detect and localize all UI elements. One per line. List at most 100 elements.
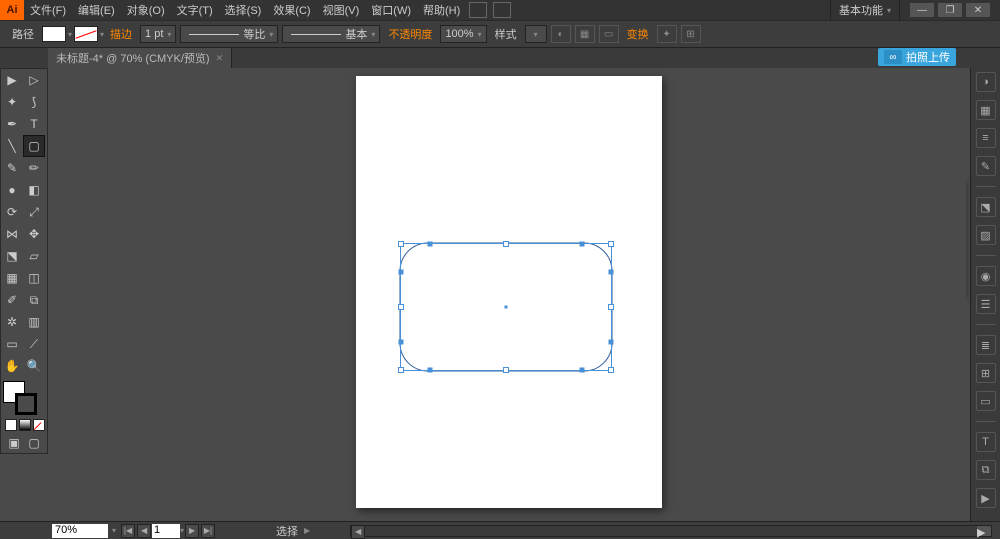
full-screen-icon[interactable]: ▢	[25, 435, 43, 451]
transform-panel-icon[interactable]: ▭	[976, 391, 996, 411]
blob-brush-tool[interactable]: ●	[1, 179, 23, 201]
last-artboard-button[interactable]: ▶|	[201, 524, 215, 538]
free-transform-tool[interactable]: ✥	[23, 223, 45, 245]
anchor-point[interactable]	[428, 368, 433, 373]
normal-screen-icon[interactable]: ▣	[5, 435, 23, 451]
document-tab[interactable]: 未标题-4* @ 70% (CMYK/预览) ✕	[48, 48, 232, 68]
menu-window[interactable]: 窗口(W)	[365, 2, 417, 18]
scale-tool[interactable]: ⤢	[23, 201, 45, 223]
align-icon[interactable]: ▦	[575, 25, 595, 43]
brush-definition[interactable]: 基本	[282, 25, 380, 43]
align-panel-icon[interactable]: ≣	[976, 335, 996, 355]
workspace-switcher[interactable]: 基本功能	[839, 2, 883, 18]
handle-se[interactable]	[608, 367, 614, 373]
handle-sw[interactable]	[398, 367, 404, 373]
eraser-tool[interactable]: ◧	[23, 179, 45, 201]
menu-edit[interactable]: 编辑(E)	[72, 2, 121, 18]
type-tool[interactable]: T	[23, 113, 45, 135]
additional-panel-icon[interactable]: T	[976, 432, 996, 452]
stroke-weight-input[interactable]: 1 pt	[140, 25, 176, 43]
zoom-tool[interactable]: 🔍	[23, 355, 45, 377]
anchor-point[interactable]	[399, 269, 404, 274]
stroke-swatch[interactable]	[74, 26, 98, 42]
opacity-label[interactable]: 不透明度	[382, 26, 438, 42]
canvas-area[interactable]	[52, 68, 966, 521]
artboard-number-input[interactable]: 1	[152, 524, 180, 538]
scroll-right-button[interactable]: ▶	[977, 526, 991, 536]
brushes-panel-icon[interactable]: ✎	[976, 156, 996, 176]
color-panel-icon[interactable]: ◑	[976, 72, 996, 92]
pathfinder-panel-icon[interactable]: ⊞	[976, 363, 996, 383]
anchor-point[interactable]	[399, 340, 404, 345]
direct-selection-tool[interactable]: ▷	[23, 69, 45, 91]
prev-artboard-button[interactable]: ◀	[137, 524, 151, 538]
symbols-panel-icon[interactable]: ⬔	[976, 197, 996, 217]
line-tool[interactable]: ╲	[1, 135, 23, 157]
symbol-sprayer-tool[interactable]: ✲	[1, 311, 23, 333]
eyedropper-tool[interactable]: ✐	[1, 289, 23, 311]
menu-effect[interactable]: 效果(C)	[267, 2, 316, 18]
first-artboard-button[interactable]: |◀	[121, 524, 135, 538]
next-artboard-button[interactable]: ▶	[185, 524, 199, 538]
pencil-tool[interactable]: ✏	[23, 157, 45, 179]
menu-type[interactable]: 文字(T)	[171, 2, 219, 18]
rotate-tool[interactable]: ⟳	[1, 201, 23, 223]
slice-tool[interactable]: ⟋	[23, 333, 45, 355]
handle-ne[interactable]	[608, 241, 614, 247]
actions-panel-icon[interactable]: ▶	[976, 488, 996, 508]
blend-tool[interactable]: ⧉	[23, 289, 45, 311]
anchor-point[interactable]	[609, 269, 614, 274]
scroll-left-button[interactable]: ◀	[351, 525, 365, 539]
transform-label[interactable]: 变换	[621, 26, 655, 42]
graphic-style-picker[interactable]	[525, 25, 547, 43]
mesh-tool[interactable]: ▦	[1, 267, 23, 289]
color-mode-swatch[interactable]	[5, 419, 17, 431]
magic-wand-tool[interactable]: ✦	[1, 91, 23, 113]
fill-stroke-proxy[interactable]	[1, 379, 45, 417]
none-mode-swatch[interactable]	[33, 419, 45, 431]
artboard[interactable]	[356, 76, 662, 508]
variable-width-profile[interactable]: 等比	[180, 25, 278, 43]
menu-view[interactable]: 视图(V)	[317, 2, 366, 18]
swatches-panel-icon[interactable]: ▦	[976, 100, 996, 120]
rounded-rectangle-tool[interactable]: ▢	[23, 135, 45, 157]
artboard-tool[interactable]: ▭	[1, 333, 23, 355]
menu-object[interactable]: 对象(O)	[121, 2, 171, 18]
handle-s[interactable]	[503, 367, 509, 373]
close-button[interactable]: ✕	[966, 3, 990, 17]
anchor-point[interactable]	[579, 368, 584, 373]
upload-button[interactable]: ∞ 拍照上传	[878, 48, 956, 66]
anchor-point[interactable]	[428, 242, 433, 247]
menu-help[interactable]: 帮助(H)	[417, 2, 466, 18]
shape-builder-tool[interactable]: ⬔	[1, 245, 23, 267]
appearance-panel-icon[interactable]: ◉	[976, 266, 996, 286]
stroke-panel-icon[interactable]: ≡	[976, 128, 996, 148]
shape-icon[interactable]: ▭	[599, 25, 619, 43]
recolor-icon[interactable]: ◐	[551, 25, 571, 43]
hand-tool[interactable]: ✋	[1, 355, 23, 377]
opacity-input[interactable]: 100%	[440, 25, 486, 43]
layers-panel-icon[interactable]: ☰	[976, 294, 996, 314]
handle-w[interactable]	[398, 304, 404, 310]
selection-bounding-box[interactable]	[400, 243, 612, 371]
handle-nw[interactable]	[398, 241, 404, 247]
gradient-tool[interactable]: ◫	[23, 267, 45, 289]
anchor-point[interactable]	[579, 242, 584, 247]
pen-tool[interactable]: ✒	[1, 113, 23, 135]
fill-swatch[interactable]	[42, 26, 66, 42]
maximize-button[interactable]: ❐	[938, 3, 962, 17]
close-tab-icon[interactable]: ✕	[216, 53, 224, 64]
graph-tool[interactable]: ▥	[23, 311, 45, 333]
transform-icon[interactable]: ⊞	[681, 25, 701, 43]
gradient-mode-swatch[interactable]	[19, 419, 31, 431]
horizontal-scrollbar[interactable]: ◀ ▶	[350, 525, 992, 537]
menu-select[interactable]: 选择(S)	[219, 2, 268, 18]
links-panel-icon[interactable]: ⧉	[976, 460, 996, 480]
handle-n[interactable]	[503, 241, 509, 247]
minimize-button[interactable]: —	[910, 3, 934, 17]
graphic-styles-panel-icon[interactable]: ▨	[976, 225, 996, 245]
handle-e[interactable]	[608, 304, 614, 310]
lasso-tool[interactable]: ⟆	[23, 91, 45, 113]
anchor-point[interactable]	[609, 340, 614, 345]
menu-file[interactable]: 文件(F)	[24, 2, 72, 18]
